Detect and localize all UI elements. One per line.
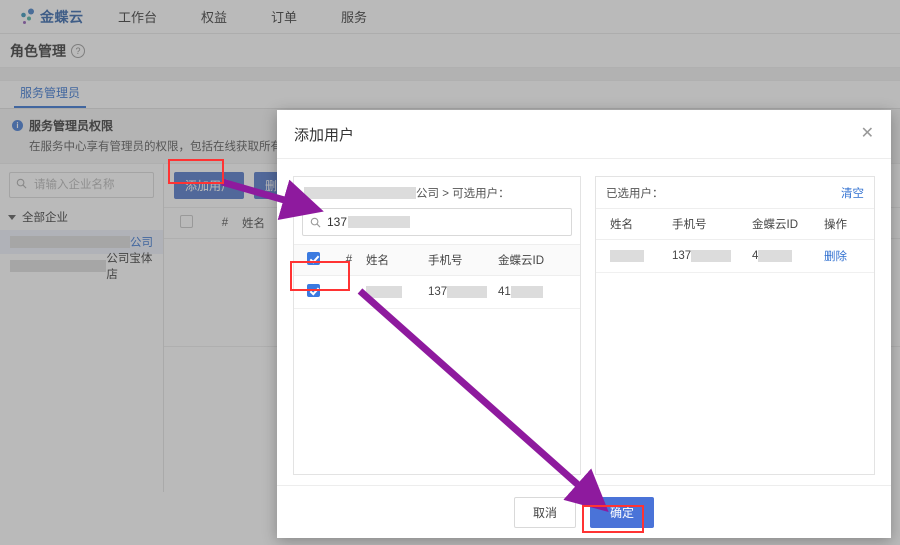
available-col-name: 姓名 — [366, 255, 389, 267]
search-icon — [310, 217, 321, 228]
selected-users-panel: 已选用户： 清空 姓名 手机号 金蝶云ID 操作 137 4 删除 — [595, 176, 875, 475]
cancel-button[interactable]: 取消 — [513, 496, 576, 528]
row-checkbox[interactable] — [306, 284, 320, 297]
redacted-name — [366, 285, 402, 298]
redacted-phone — [691, 249, 732, 262]
table-row[interactable]: 137 41 — [294, 276, 580, 309]
dialog-body: 公司 > 可选用户： 137 # 姓名 手机号 金蝶云ID 137 41 已选用… — [277, 159, 891, 485]
selected-users-table-header: 姓名 手机号 金蝶云ID 操作 — [596, 208, 874, 240]
selected-row-cloudid: 4 — [752, 249, 824, 262]
table-row: 137 4 删除 — [596, 240, 874, 273]
close-icon[interactable]: ✕ — [861, 126, 874, 142]
redacted-company-breadcrumb — [304, 187, 416, 199]
row-name — [366, 285, 428, 298]
available-users-header: 公司 > 可选用户： — [294, 177, 580, 208]
phone-prefix: 137 — [672, 250, 692, 263]
user-search-value: 137 — [327, 215, 348, 229]
available-users-table-header: # 姓名 手机号 金蝶云ID — [294, 244, 580, 276]
remove-user-link[interactable]: 删除 — [824, 251, 847, 263]
redacted-search-value — [348, 216, 411, 228]
selected-row-phone: 137 — [672, 249, 752, 263]
breadcrumb: 公司 > 可选用户： — [304, 185, 510, 201]
redacted-cloudid — [510, 285, 543, 298]
add-user-dialog: 添加用户 ✕ 公司 > 可选用户： 137 # 姓名 手机号 金蝶云ID 137… — [277, 110, 891, 538]
selected-row-action: 删除 — [824, 248, 874, 264]
selected-users-header: 已选用户： 清空 — [596, 177, 874, 208]
row-select-cell[interactable] — [294, 284, 332, 300]
breadcrumb-suffix: 公司 > 可选用户： — [416, 188, 510, 200]
available-col-phone: 手机号 — [428, 255, 463, 267]
redacted-cloudid — [758, 249, 793, 262]
available-col-cloudid: 金蝶云ID — [498, 255, 544, 267]
selected-col-cloudid: 金蝶云ID — [752, 219, 798, 231]
cloudid-prefix: 41 — [498, 286, 511, 299]
selected-col-phone: 手机号 — [672, 219, 707, 231]
selected-col-name: 姓名 — [610, 219, 633, 231]
available-select-all-cell[interactable] — [294, 252, 332, 268]
phone-prefix: 137 — [428, 286, 448, 299]
confirm-button[interactable]: 确定 — [590, 496, 655, 528]
dialog-title: 添加用户 — [294, 126, 355, 144]
redacted-phone — [447, 285, 488, 298]
select-all-checkbox[interactable] — [306, 252, 320, 265]
selected-row-name — [596, 249, 672, 262]
dialog-footer: 取消 确定 — [277, 485, 891, 538]
user-search-box[interactable]: 137 — [302, 208, 572, 236]
available-col-index: # — [345, 254, 353, 266]
row-cloudid: 41 — [498, 285, 580, 299]
selected-col-action: 操作 — [824, 219, 847, 231]
clear-all-link[interactable]: 清空 — [841, 185, 864, 201]
available-users-panel: 公司 > 可选用户： 137 # 姓名 手机号 金蝶云ID 137 41 — [293, 176, 581, 475]
row-phone: 137 — [428, 285, 498, 299]
selected-users-heading: 已选用户： — [606, 188, 664, 200]
dialog-header: 添加用户 ✕ — [277, 110, 891, 159]
redacted-name — [610, 249, 644, 262]
